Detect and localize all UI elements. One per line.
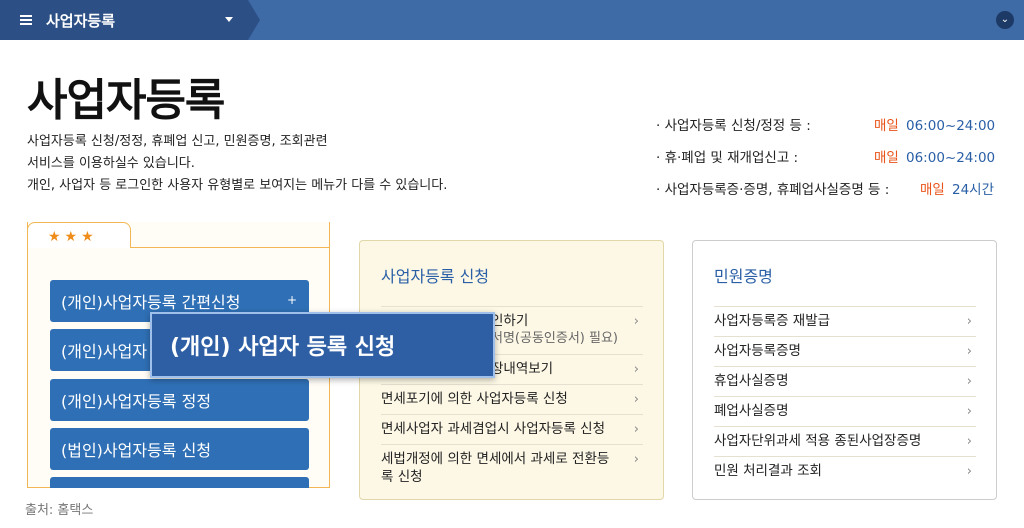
- individual-registration-correction-button[interactable]: (개인)사업자등록 정정: [50, 379, 309, 421]
- hamburger-icon[interactable]: [20, 13, 32, 27]
- list-item[interactable]: 사업자단위과세 적용 종된사업장증명 ›: [714, 426, 976, 456]
- list-item[interactable]: 사업자등록증 재발급 ›: [714, 306, 976, 336]
- description-line: 사업자등록 신청/정정, 휴폐업 신고, 민원증명, 조회관련: [27, 134, 328, 149]
- partial-button[interactable]: [50, 477, 309, 488]
- callout-label: (개인) 사업자 등록 신청: [170, 335, 396, 360]
- description-line: 개인, 사업자 등 로그인한 사용자 유형별로 보여지는 메뉴가 다를 수 있습…: [27, 178, 448, 193]
- button-label: (개인)사업자등록 간편신청: [61, 293, 241, 312]
- star-icon: ★★★: [48, 229, 98, 245]
- chevron-down-circle-icon[interactable]: ⌄: [996, 11, 1014, 29]
- list-item-label: 사업자등록증 재발급: [714, 313, 831, 329]
- list-item-label: 폐업사실증명: [714, 403, 789, 419]
- hours-day: 매일: [874, 118, 899, 134]
- chevron-right-icon: ›: [966, 464, 972, 479]
- chevron-right-icon: ›: [633, 392, 639, 407]
- panel-title: 사업자등록 신청: [381, 267, 490, 286]
- list-item-label: 인하기: [491, 313, 529, 329]
- list-item-label: 세법개정에 의한 면세에서 과세로 전환등록 신청: [381, 451, 610, 485]
- civil-certificate-panel: 민원증명 사업자등록증 재발급 › 사업자등록증명 › 휴업사실증명 › 폐업사실증명…: [692, 240, 997, 500]
- hours-time: 06:00~24:00: [906, 118, 996, 134]
- list-item-label: 휴업사실증명: [714, 373, 789, 389]
- civil-certificate-list: 사업자등록증 재발급 › 사업자등록증명 › 휴업사실증명 › 폐업사실증명 › 사업자…: [714, 306, 976, 486]
- list-item[interactable]: 면세사업자 과세겸업시 사업자등록 신청 ›: [381, 414, 643, 444]
- hours-label: · 사업자등록 신청/정정 등 :: [656, 118, 811, 134]
- hours-day: 매일: [874, 150, 899, 166]
- zoomed-registration-callout[interactable]: (개인) 사업자 등록 신청: [150, 312, 495, 378]
- list-item[interactable]: 사업자등록증명 ›: [714, 336, 976, 366]
- list-item-label: 장내역보기: [491, 361, 554, 377]
- hours-row: · 휴·폐업 및 재개업신고 : 매일 06:00~24:00: [656, 142, 995, 174]
- chevron-right-icon: ›: [966, 344, 972, 359]
- list-item-label: 사업자단위과세 적용 종된사업장증명: [714, 433, 922, 449]
- chevron-right-icon: ›: [633, 362, 639, 377]
- hours-time: 24시간: [952, 182, 995, 198]
- list-item[interactable]: 휴업사실증명 ›: [714, 366, 976, 396]
- card-tab: ★★★: [27, 222, 131, 248]
- list-item[interactable]: 면세포기에 의한 사업자등록 신청 ›: [381, 384, 643, 414]
- service-hours: · 사업자등록 신청/정정 등 : 매일 06:00~24:00 · 휴·폐업 …: [656, 110, 995, 206]
- hours-label: · 휴·폐업 및 재개업신고 :: [656, 150, 799, 166]
- chevron-right-icon: ›: [966, 434, 972, 449]
- page-title: 사업자등록: [27, 75, 225, 126]
- chevron-right-icon: ›: [633, 452, 639, 467]
- hours-label: · 사업자등록증·증명, 휴폐업사실증명 등 :: [656, 182, 890, 198]
- list-item[interactable]: 세법개정에 의한 면세에서 과세로 전환등록 신청 ›: [381, 444, 643, 492]
- list-item[interactable]: 폐업사실증명 ›: [714, 396, 976, 426]
- list-item-label: 면세포기에 의한 사업자등록 신청: [381, 391, 568, 407]
- breadcrumb[interactable]: 사업자등록: [0, 0, 260, 40]
- source-caption: 출처: 홈택스: [25, 503, 94, 518]
- chevron-right-icon: ›: [633, 314, 639, 329]
- tab-divider: [130, 247, 330, 248]
- list-item-label: 사업자등록증명: [714, 343, 801, 359]
- chevron-right-icon: ›: [633, 422, 639, 437]
- button-label: (개인)사업자: [61, 342, 148, 361]
- breadcrumb-label: 사업자등록: [46, 11, 116, 30]
- page-description: 사업자등록 신청/정정, 휴폐업 신고, 민원증명, 조회관련 서비스를 이용하…: [27, 131, 447, 197]
- button-label: (법인)사업자등록 신청: [61, 441, 212, 460]
- corporate-registration-button[interactable]: (법인)사업자등록 신청: [50, 428, 309, 470]
- hours-row: · 사업자등록 신청/정정 등 : 매일 06:00~24:00: [656, 110, 995, 142]
- plus-icon: +: [286, 293, 297, 307]
- hours-row: · 사업자등록증·증명, 휴폐업사실증명 등 : 매일 24시간: [656, 174, 994, 206]
- description-line: 서비스를 이용하실수 있습니다.: [27, 156, 195, 171]
- hours-time: 06:00~24:00: [906, 150, 996, 166]
- hours-day: 매일: [920, 182, 945, 198]
- list-item-sublabel: 서명(공동인증서) 필요): [491, 331, 618, 346]
- top-navigation-bar: 사업자등록 ⌄: [0, 0, 1024, 40]
- list-item-label: 민원 처리결과 조회: [714, 463, 822, 479]
- chevron-right-icon: ›: [966, 404, 972, 419]
- chevron-right-icon: ›: [966, 374, 972, 389]
- chevron-right-icon: ›: [966, 314, 972, 329]
- button-label: (개인)사업자등록 정정: [61, 392, 212, 411]
- list-item[interactable]: 민원 처리결과 조회 ›: [714, 456, 976, 486]
- caret-down-icon[interactable]: [225, 17, 233, 22]
- panel-title: 민원증명: [714, 267, 773, 286]
- list-item-label: 면세사업자 과세겸업시 사업자등록 신청: [381, 421, 606, 437]
